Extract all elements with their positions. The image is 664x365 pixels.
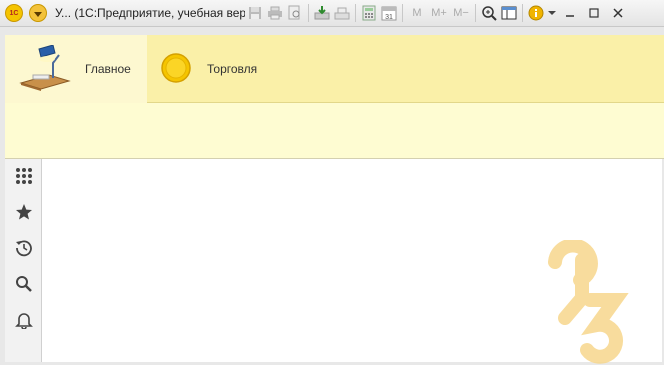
section-trade-label: Торговля (207, 62, 258, 76)
history-button[interactable] (5, 231, 42, 267)
panels-icon[interactable] (499, 3, 519, 23)
toolbar-separator (355, 4, 356, 22)
main-menu-button[interactable] (29, 4, 47, 22)
maximize-button[interactable] (582, 3, 606, 23)
section-main-label: Главное (85, 62, 131, 76)
toolbar-separator (308, 4, 309, 22)
section-commands-panel (5, 103, 664, 159)
calendar-day: 31 (385, 14, 393, 21)
coin-icon (161, 52, 191, 86)
load-icon[interactable] (312, 3, 332, 23)
search-button[interactable] (5, 267, 42, 303)
watermark-logo (535, 238, 645, 365)
title-bar: 1С У... (1С:Предприятие, учебная верси 3… (0, 0, 664, 27)
info-icon[interactable] (526, 3, 546, 23)
chevron-down-icon[interactable] (546, 3, 558, 23)
1c-logo-icon[interactable]: 1С (5, 4, 23, 22)
all-functions-button[interactable] (5, 159, 42, 195)
close-button[interactable] (606, 3, 630, 23)
print-preview-icon[interactable] (285, 3, 305, 23)
section-main[interactable]: Главное (5, 35, 147, 103)
desk-lamp-icon (19, 43, 71, 94)
search-icon (15, 275, 33, 296)
tools-sidebar (5, 159, 42, 362)
toolbar-separator (475, 4, 476, 22)
print-icon[interactable] (265, 3, 285, 23)
minimize-button[interactable] (558, 3, 582, 23)
window-title: У... (1С:Предприятие, учебная верси (55, 6, 245, 20)
save-icon[interactable] (245, 3, 265, 23)
memory-plus-button[interactable]: М+ (428, 7, 450, 19)
toolbar-separator (402, 4, 403, 22)
star-icon (15, 203, 33, 224)
memory-minus-button[interactable]: М− (450, 7, 472, 19)
bell-icon (14, 311, 33, 332)
sections-panel: Главное Торговля (5, 35, 664, 103)
memory-button[interactable]: М (406, 7, 428, 19)
favorites-button[interactable] (5, 195, 42, 231)
calendar-icon[interactable]: 31 (379, 3, 399, 23)
toolbar-separator (522, 4, 523, 22)
history-icon (15, 239, 33, 260)
unload-icon[interactable] (332, 3, 352, 23)
notifications-button[interactable] (5, 303, 42, 339)
section-trade[interactable]: Торговля (147, 35, 273, 103)
apps-grid-icon (15, 167, 33, 188)
calculator-icon[interactable] (359, 3, 379, 23)
zoom-icon[interactable] (479, 3, 499, 23)
